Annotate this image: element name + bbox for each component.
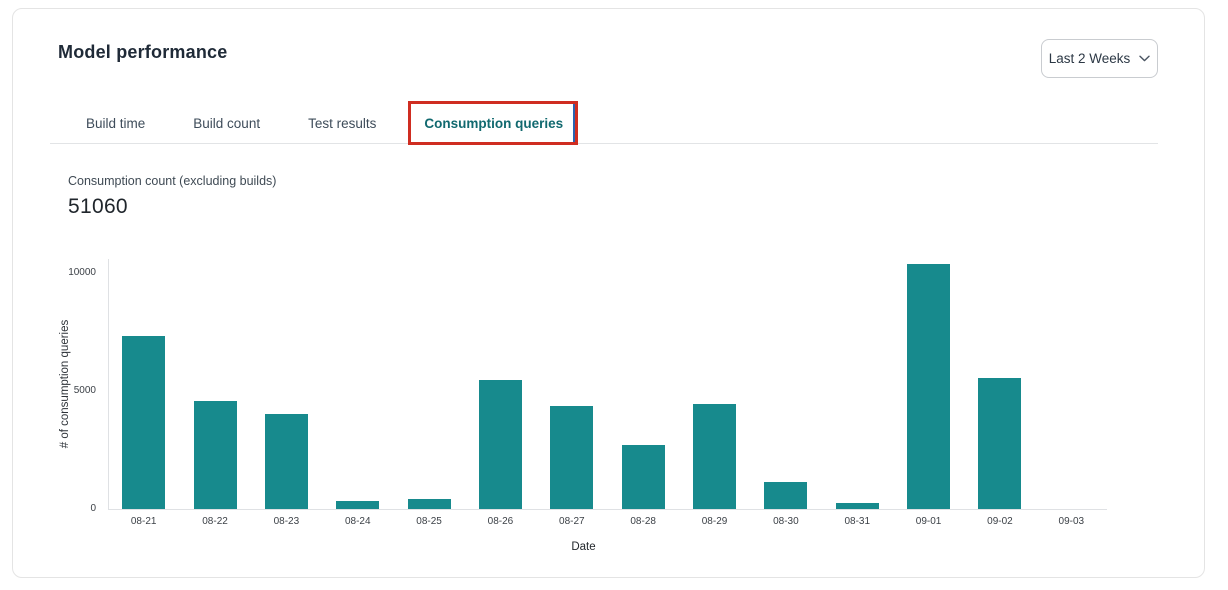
annotation-cursor-line [573,104,575,142]
bar-08-21[interactable] [122,336,165,509]
x-tick-label: 09-02 [968,516,1032,527]
x-tick-label: 09-03 [1039,516,1103,527]
metric-label: Consumption count (excluding builds) [68,174,276,188]
page-title: Model performance [58,42,227,63]
x-axis-title: Date [84,541,1083,553]
bar-08-24[interactable] [336,501,379,509]
chevron-down-icon [1139,55,1150,62]
x-tick-label: 08-24 [326,516,390,527]
bar-08-27[interactable] [550,406,593,509]
x-tick-label: 09-01 [897,516,961,527]
x-tick-label: 08-31 [825,516,889,527]
y-tick-label: 0 [36,503,96,515]
consumption-bar-chart: # of consumption queries Date 0500010000… [108,259,1107,509]
tab-consumption-queries[interactable]: Consumption queries [424,115,563,132]
bar-08-28[interactable] [622,445,665,509]
y-tick-label: 5000 [36,385,96,397]
bar-08-31[interactable] [836,503,879,509]
x-tick-label: 08-30 [754,516,818,527]
metric-value: 51060 [68,195,128,219]
tab-build-count[interactable]: Build count [193,115,260,132]
y-axis-line [108,259,109,509]
bar-08-30[interactable] [764,482,807,509]
tab-bar-divider [50,143,1158,144]
x-tick-label: 08-22 [183,516,247,527]
x-tick-label: 08-29 [683,516,747,527]
bar-08-22[interactable] [194,401,237,509]
x-tick-label: 08-25 [397,516,461,527]
date-range-selector[interactable]: Last 2 Weeks [1041,39,1158,78]
model-performance-card: Model performance Last 2 Weeks Build tim… [12,8,1205,578]
x-tick-label: 08-28 [611,516,675,527]
tab-test-results[interactable]: Test results [308,115,376,132]
date-range-value: Last 2 Weeks [1049,51,1131,66]
bar-09-02[interactable] [978,378,1021,509]
bar-08-23[interactable] [265,414,308,509]
tab-bar: Build time Build count Test results Cons… [86,115,563,132]
x-axis-line [108,509,1107,510]
bar-09-01[interactable] [907,264,950,509]
tab-build-time[interactable]: Build time [86,115,145,132]
y-tick-label: 10000 [36,267,96,279]
x-tick-label: 08-23 [254,516,318,527]
bar-08-26[interactable] [479,380,522,509]
x-tick-label: 08-27 [540,516,604,527]
bar-08-29[interactable] [693,404,736,509]
x-tick-label: 08-21 [112,516,176,527]
x-tick-label: 08-26 [468,516,532,527]
bar-08-25[interactable] [408,499,451,509]
y-axis-title: # of consumption queries [59,320,71,449]
